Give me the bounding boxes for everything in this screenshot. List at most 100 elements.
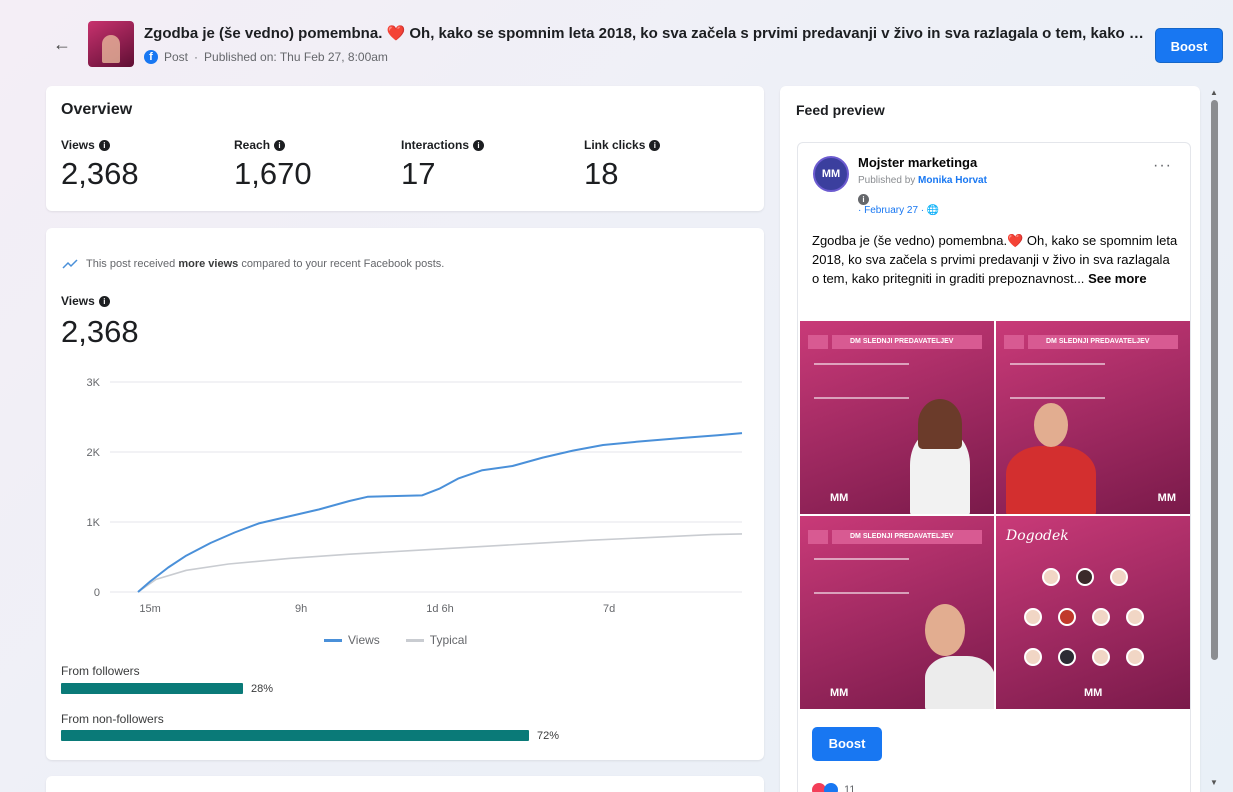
post-image-grid[interactable]: DM SLEDNJI PREDAVATELJEV MM DM SLEDNJI P… [800,321,1190,709]
trend-bold: more views [178,258,239,270]
facebook-icon: f [144,50,158,64]
scroll-down-icon[interactable]: ▼ [1210,778,1218,787]
series-line-typical [137,533,743,593]
feed-preview-card: Feed preview MM Mojster marketinga Publi… [780,86,1200,792]
tile-logo: MM [830,492,849,504]
metric-label: Reach [234,138,271,152]
speaker-thumb [1024,648,1042,666]
post-image-1[interactable]: DM SLEDNJI PREDAVATELJEV MM [800,321,994,514]
x-tick-label: 1d 6h [426,603,454,615]
followers-label: From followers [61,664,140,678]
post-text: Zgodba je (še vedno) pomembna.❤️ Oh, kak… [812,231,1180,288]
tile-tag [1004,335,1024,349]
post-type: Post [164,50,189,64]
more-horizontal-icon[interactable]: ··· [1153,157,1172,175]
tile-band: DM SLEDNJI PREDAVATELJEV [832,335,982,349]
post-subtitle: f Post · Published on: Thu Feb 27, 8:00a… [144,50,388,64]
boost-post-button[interactable]: Boost [812,727,882,761]
views-label-text: Views [61,294,95,308]
speaker-head [1034,403,1068,447]
tile-text-lines [814,363,909,399]
tile-logo: MM [830,687,849,699]
speaker-hair [918,399,962,449]
x-tick-label: 7d [603,603,615,615]
boost-button[interactable]: Boost [1155,28,1223,63]
metric-label: Link clicks [584,138,646,152]
legend-swatch-typical [405,639,424,643]
nonfollowers-label: From non-followers [61,712,164,726]
speaker-body [925,656,994,709]
info-icon[interactable]: i [649,139,661,151]
metric-value: 18 [584,156,619,191]
speaker-thumb [1042,568,1060,586]
tile-tag [808,530,828,544]
feed-preview-title: Feed preview [796,102,885,118]
series-line-views [137,432,743,593]
legend-views[interactable]: Views [324,633,380,647]
followers-pct: 28% [251,683,274,695]
followers-bar [61,683,711,694]
overview-title: Overview [61,101,133,118]
post-preview: MM Mojster marketinga Published by Monik… [797,142,1191,792]
speaker-thumb [1024,608,1042,626]
views-label: Views i [61,294,110,308]
post-image-3[interactable]: DM SLEDNJI PREDAVATELJEV MM [800,516,994,709]
legend-swatch-views [324,639,342,643]
metric-views: Views i 2,368 [61,138,139,192]
metric-value: 2,368 [61,156,139,191]
metric-value: 1,670 [234,156,312,191]
followers-bar-fill [61,683,243,694]
nonfollowers-bar-fill [61,730,529,741]
published-by: Published by Monika Horvat [858,175,987,186]
legend-label-typical: Typical [429,633,468,647]
feed-scrollbar[interactable]: ▲ ▼ [1209,88,1219,790]
reactions-summary[interactable]: 11 [812,783,855,792]
metric-link-clicks: Link clicks i 18 [584,138,661,192]
views-line-chart: 0 1K 2K 3K 15m 9h 1d 6h 7d [87,377,743,615]
trend-prefix: This post received [86,258,176,270]
metric-interactions: Interactions i 17 [401,138,485,192]
speaker-thumb [1126,648,1144,666]
see-more-link[interactable]: See more [1088,271,1147,286]
metric-reach: Reach i 1,670 [234,138,312,192]
info-icon[interactable]: i [274,139,286,151]
like-reaction-icon [824,783,838,792]
speaker-thumb [1076,568,1094,586]
views-value: 2,368 [61,314,139,349]
post-title: Zgodba je (še vedno) pomembna. ❤️ Oh, ka… [144,25,1144,42]
tile-logo: MM [1084,687,1103,699]
views-card: This post received more views compared t… [46,228,764,760]
x-tick-label: 15m [139,603,160,615]
next-card [46,776,764,792]
metric-value: 17 [401,156,436,191]
nonfollowers-bar [61,730,711,741]
nonfollowers-pct: 72% [537,730,560,742]
post-image-4[interactable]: Dogodek MM [996,516,1190,709]
metric-label: Interactions [401,138,470,152]
y-tick-label: 2K [87,447,101,459]
post-image-2[interactable]: DM SLEDNJI PREDAVATELJEV MM [996,321,1190,514]
post-thumbnail [88,21,134,67]
back-arrow-icon[interactable]: ← [52,34,72,54]
chart-legend: Views Typical [324,633,467,647]
overview-card: Overview Views i 2,368 Reach i 1,670 Inter… [46,86,764,211]
tile-text-lines [1010,363,1105,399]
tile-logo: MM [1157,492,1176,504]
post-date[interactable]: · February 27 · 🌐 [858,205,939,216]
tile-tag [808,335,828,349]
tile-text-lines [814,558,909,594]
x-tick-label: 9h [295,603,307,615]
scroll-up-icon[interactable]: ▲ [1210,88,1218,97]
y-tick-label: 1K [87,517,101,529]
page-avatar[interactable]: MM [813,156,849,192]
page-name[interactable]: Mojster marketinga [858,155,977,170]
published-date: Published on: Thu Feb 27, 8:00am [204,50,388,64]
publisher-name[interactable]: Monika Horvat [918,175,987,186]
scrollbar-thumb[interactable] [1211,100,1218,660]
info-icon[interactable]: i [98,139,110,151]
info-icon[interactable]: i [98,295,110,307]
legend-typical[interactable]: Typical [405,633,468,647]
trend-message: This post received more views compared t… [62,258,444,270]
info-icon[interactable]: i [473,139,485,151]
avatar-logo-text: MM [821,168,841,180]
